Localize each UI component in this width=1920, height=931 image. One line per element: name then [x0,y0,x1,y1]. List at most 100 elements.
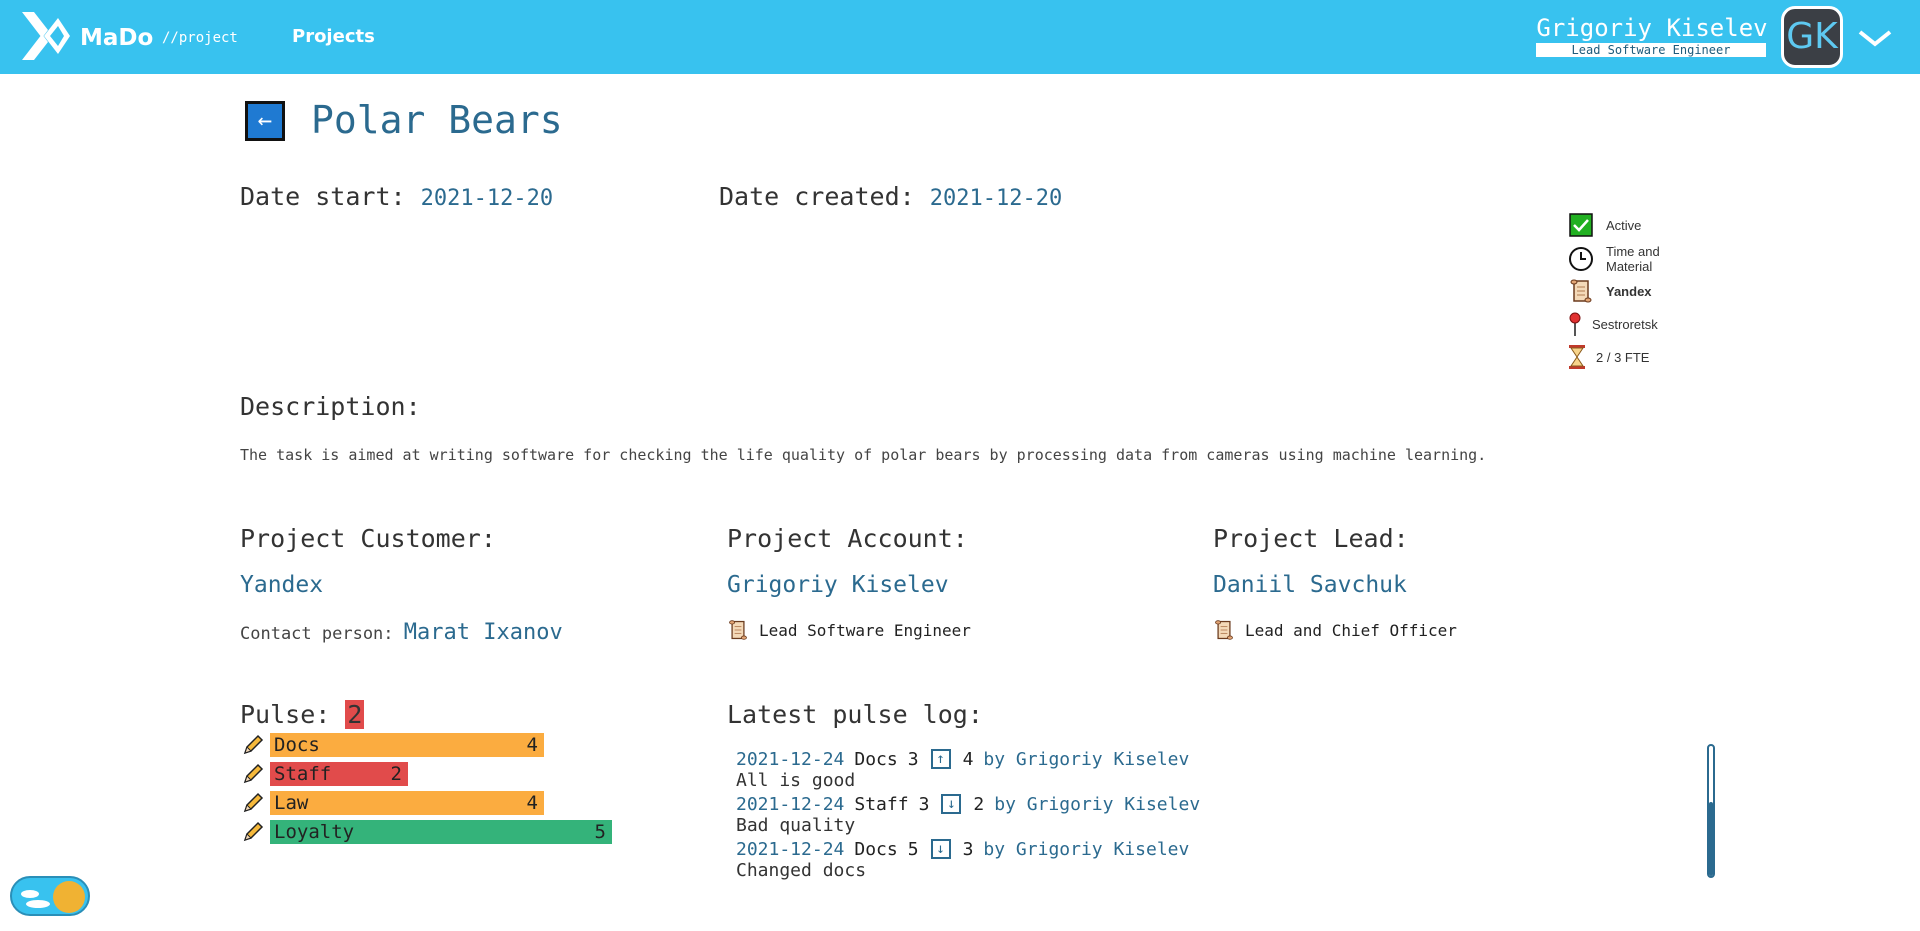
clouds-icon [21,890,50,908]
pulse-bar-name: Law [274,792,309,814]
pulse-bar-name: Staff [274,763,332,785]
avatar[interactable]: GK [1781,6,1843,68]
pencil-icon[interactable] [242,734,264,756]
account-heading: Project Account: [727,524,968,553]
scroll-icon [1568,278,1594,304]
date-start-label: Date start: [240,182,406,211]
date-created: Date created: 2021-12-20 [719,182,1062,211]
status-active: Active [1568,212,1641,238]
log-entry: 2021-12-24 Docs 5 ↓ 3 by Grigoriy Kisele… [736,838,1696,883]
top-bar: MaDo //project Projects Grigoriy Kiselev… [0,0,1920,74]
log-entry: 2021-12-24 Docs 3 ↑ 4 by Grigoriy Kisele… [736,748,1696,793]
log-key: Docs [854,838,898,860]
account-role-label: Lead Software Engineer [759,620,971,640]
date-created-label: Date created: [719,182,915,211]
contact-person: Contact person: Marat Ixanov [240,620,563,645]
log-key: Docs [854,748,898,770]
user-role: Lead Software Engineer [1536,43,1766,57]
brand-name[interactable]: MaDo [80,25,153,51]
pulse-log-heading: Latest pulse log: [727,700,983,729]
pulse-log-list[interactable]: 2021-12-24 Docs 3 ↑ 4 by Grigoriy Kisele… [736,748,1696,888]
log-key: Staff [854,793,909,815]
account-role: Lead Software Engineer [727,619,971,641]
lead-role-label: Lead and Chief Officer [1245,620,1457,640]
arrow-down-icon: ↓ [941,794,962,814]
log-date: 2021-12-24 [736,838,845,860]
log-author-link[interactable]: by Grigoriy Kiselev [994,794,1200,815]
log-date: 2021-12-24 [736,793,845,815]
pulse-bar-value: 2 [390,763,402,785]
user-name[interactable]: Grigoriy Kiselev [1536,14,1768,42]
checkmark-icon [1568,212,1594,238]
contact-person-link[interactable]: Marat Ixanov [404,620,563,645]
description-heading: Description: [240,392,421,421]
lead-heading: Project Lead: [1213,524,1409,553]
status-fte: 2 / 3 FTE [1568,344,1649,370]
log-old-value: 3 [907,748,919,770]
chevron-down-icon[interactable] [1858,26,1892,48]
pulse-bar: Docs 4 [270,733,544,757]
status-customer: Yandex [1568,278,1652,304]
description-text: The task is aimed at writing software fo… [240,446,1487,464]
status-active-label: Active [1606,217,1642,233]
page-title: Polar Bears [311,98,563,142]
hourglass-icon [1568,344,1586,370]
date-start-value: 2021-12-20 [420,186,554,211]
pin-icon [1568,311,1582,337]
brand-subtitle: //project [162,30,238,46]
pulse-heading: Pulse: 2 [240,700,365,729]
pulse-bar-value: 4 [526,792,538,814]
scroll-icon [729,620,747,640]
contact-person-label: Contact person: [240,624,394,644]
pulse-score-badge: 2 [345,700,365,729]
log-new-value: 2 [973,793,985,815]
pulse-label: Pulse: [240,700,331,729]
pulse-bar: Law 4 [270,791,544,815]
scrollbar-thumb[interactable] [1709,802,1713,876]
pulse-item-staff: Staff 2 [242,762,408,786]
theme-toggle[interactable] [10,876,90,916]
log-old-value: 5 [907,838,919,860]
status-contract-type: Time and Material [1568,244,1660,274]
status-fte-label: 2 / 3 FTE [1596,349,1650,365]
pulse-bar-name: Loyalty [274,821,355,843]
lead-person-link[interactable]: Daniil Savchuk [1213,572,1407,598]
log-date: 2021-12-24 [736,748,845,770]
arrow-up-icon: ↑ [930,749,951,769]
sun-icon [53,881,85,913]
status-location-label: Sestroretsk [1592,316,1658,332]
log-author-link[interactable]: by Grigoriy Kiselev [983,839,1189,860]
log-comment: Bad quality [736,815,856,836]
pulse-bar-value: 5 [594,821,606,843]
pulse-item-law: Law 4 [242,791,544,815]
log-comment: All is good [736,770,856,791]
status-contract-type-label: Time and Material [1606,244,1660,274]
log-old-value: 3 [918,793,930,815]
log-comment: Changed docs [736,860,867,881]
status-location: Sestroretsk [1568,311,1658,337]
pulse-bar-value: 4 [526,734,538,756]
pulse-log-scrollbar[interactable] [1707,744,1715,878]
status-customer-label: Yandex [1606,283,1652,299]
date-created-value: 2021-12-20 [929,186,1063,211]
arrow-down-icon: ↓ [930,839,951,859]
scroll-icon [1215,620,1233,640]
account-person-link[interactable]: Grigoriy Kiselev [727,572,949,598]
pencil-icon[interactable] [242,821,264,843]
pulse-bar: Staff 2 [270,762,408,786]
pencil-icon[interactable] [242,792,264,814]
pencil-icon[interactable] [242,763,264,785]
lead-role: Lead and Chief Officer [1213,619,1457,641]
log-new-value: 4 [962,748,974,770]
customer-heading: Project Customer: [240,524,496,553]
date-start: Date start: 2021-12-20 [240,182,553,211]
clock-icon [1568,246,1594,272]
nav-projects-link[interactable]: Projects [292,26,375,47]
back-button[interactable]: ← [245,101,285,141]
customer-link[interactable]: Yandex [240,572,323,598]
mado-logo-icon[interactable] [18,8,74,64]
pulse-item-loyalty: Loyalty 5 [242,820,612,844]
pulse-bar: Loyalty 5 [270,820,612,844]
log-entry: 2021-12-24 Staff 3 ↓ 2 by Grigoriy Kisel… [736,793,1696,838]
log-author-link[interactable]: by Grigoriy Kiselev [983,749,1189,770]
